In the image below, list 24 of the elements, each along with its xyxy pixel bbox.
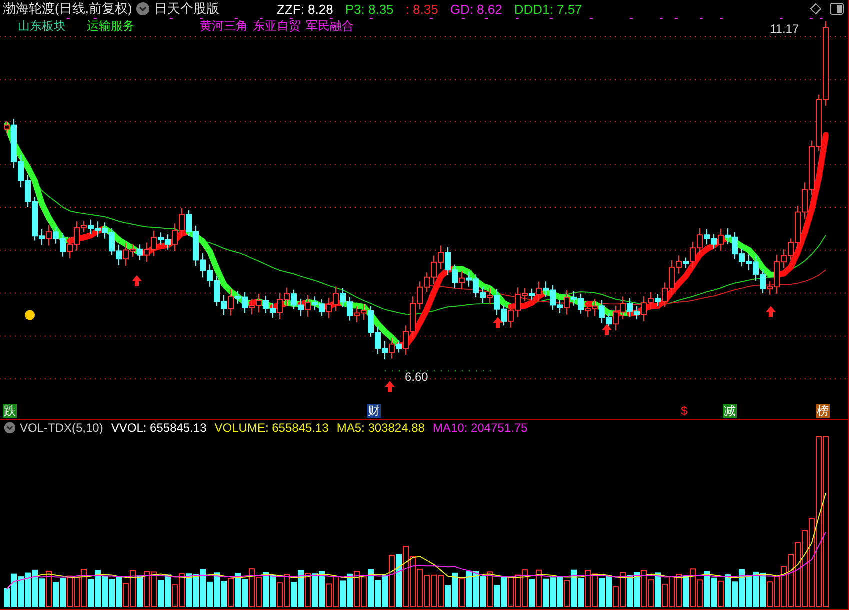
sector-tag[interactable]: 运输服务: [87, 18, 135, 35]
indicator-value: GD: 8.62: [450, 2, 502, 16]
event-marker[interactable]: 跌: [3, 404, 17, 418]
volume-reading: MA10: 204751.75: [432, 421, 528, 435]
high-price-label: 11.17: [770, 22, 800, 36]
volume-reading: VVOL: 655845.13: [111, 421, 207, 435]
volume-reading: VOLUME: 655845.13: [214, 421, 329, 435]
indicator-value: ZZF: 8.28: [277, 2, 334, 16]
indicator-value: : 8.35: [406, 2, 438, 16]
event-marker[interactable]: 减: [723, 404, 737, 418]
event-marker[interactable]: 财: [367, 404, 381, 418]
stock-name: 渤海轮渡(日线,前复权): [3, 0, 132, 18]
volume-indicator-title: VOL-TDX(5,10): [20, 421, 104, 435]
sector-tag[interactable]: 东亚自贸: [253, 18, 301, 35]
indicator-value: DDD1: 7.57: [514, 2, 582, 16]
event-marker[interactable]: $: [680, 404, 689, 418]
indicator-value: P3: 8.35: [345, 2, 394, 16]
version-label: 日天个股版: [154, 0, 220, 18]
sector-tag[interactable]: 军民融合: [306, 18, 354, 35]
sector-tag[interactable]: 山东板块: [18, 18, 66, 35]
event-marker[interactable]: 榜: [816, 404, 830, 418]
sector-tag[interactable]: 黄河三角: [200, 18, 248, 35]
volume-reading: MA5: 303824.88: [336, 421, 425, 435]
low-price-label: 6.60: [405, 370, 428, 384]
